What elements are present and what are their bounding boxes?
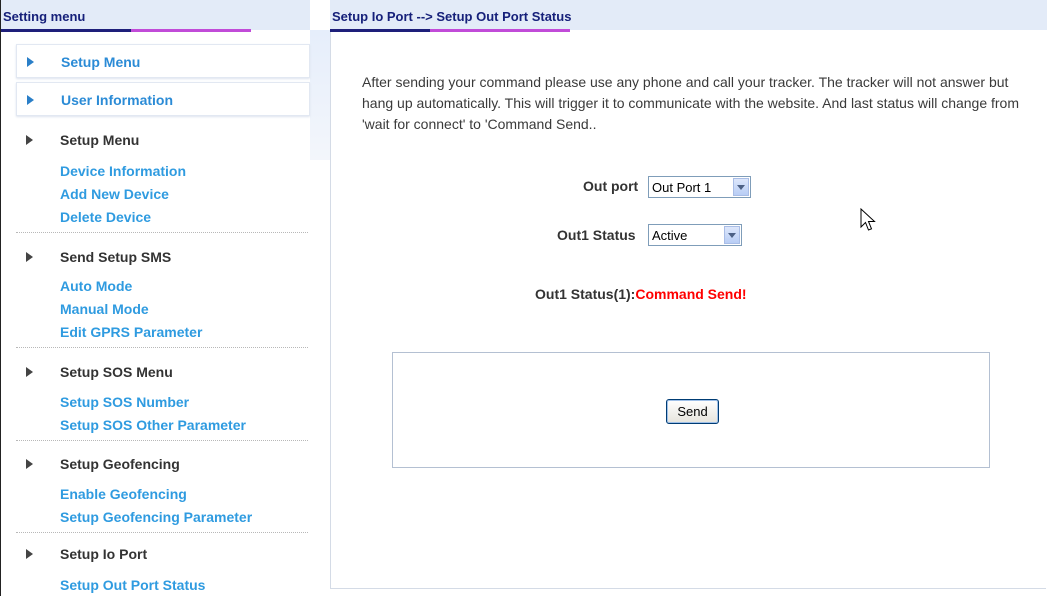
section-label: Setup SOS Menu [60,364,173,380]
link-setup-sos-other-parameter[interactable]: Setup SOS Other Parameter [60,417,246,433]
link-auto-mode[interactable]: Auto Mode [60,278,132,294]
divider [16,440,308,441]
sidebar-title: Setting menu [3,9,86,24]
sidebar-border [0,0,1,596]
dropdown-arrow-icon[interactable] [724,226,740,244]
status-line: Out1 Status(1):Command Send! [535,286,747,302]
play-arrow-icon [26,252,33,262]
out-port-select[interactable]: Out Port 1 [648,176,751,198]
sidebar-shadow [310,30,330,160]
mouse-pointer-icon [860,208,876,231]
dropdown-arrow-icon[interactable] [733,178,749,196]
section-label: Setup Io Port [60,546,148,562]
section-setup-menu[interactable]: Setup Menu [16,128,310,152]
status-label: Out1 Status(1): [535,286,636,302]
main-panel: Setup Io Port --> Setup Out Port Status … [330,0,1047,590]
play-arrow-icon [27,57,34,67]
play-arrow-icon [27,95,34,105]
out-port-label: Out port [583,178,639,194]
section-label: Setup Menu [60,132,140,148]
send-box: Send [392,352,990,468]
info-text: After sending your command please use an… [362,74,1020,132]
menu-label: Setup Menu [61,54,141,70]
play-arrow-icon [26,549,33,559]
main-header: Setup Io Port --> Setup Out Port Status [330,0,1047,32]
link-edit-gprs-parameter[interactable]: Edit GPRS Parameter [60,324,202,340]
out-status-select[interactable]: Active [648,224,742,246]
section-label: Send Setup SMS [60,249,172,265]
out-status-value: Active [652,228,688,243]
section-setup-geofencing[interactable]: Setup Geofencing [16,452,310,476]
divider [16,347,308,348]
section-send-setup-sms[interactable]: Send Setup SMS [16,245,310,269]
header-underline-accent [131,29,251,32]
divider [16,532,308,533]
section-setup-sos-menu[interactable]: Setup SOS Menu [16,360,310,384]
status-value: Command Send! [635,286,747,302]
out-port-value: Out Port 1 [652,180,712,195]
link-setup-out-port-status[interactable]: Setup Out Port Status [60,577,205,593]
section-setup-io-port[interactable]: Setup Io Port [16,542,310,566]
play-arrow-icon [26,135,33,145]
menu-setup-menu[interactable]: Setup Menu [16,44,310,78]
link-manual-mode[interactable]: Manual Mode [60,301,149,317]
play-arrow-icon [26,367,33,377]
sidebar: Setting menu Setup Menu User Information… [0,0,330,596]
play-arrow-icon [26,459,33,469]
section-label: Setup Geofencing [60,456,180,472]
link-setup-geofencing-parameter[interactable]: Setup Geofencing Parameter [60,509,252,525]
link-delete-device[interactable]: Delete Device [60,209,151,225]
out-status-row: Out1 Status [557,227,636,243]
link-device-information[interactable]: Device Information [60,163,186,179]
link-setup-sos-number[interactable]: Setup SOS Number [60,394,189,410]
out-port-row: Out port [583,178,638,194]
sidebar-header: Setting menu [1,0,310,32]
link-enable-geofencing[interactable]: Enable Geofencing [60,486,187,502]
header-underline [1,29,131,32]
link-add-new-device[interactable]: Add New Device [60,186,169,202]
menu-label: User Information [61,92,174,108]
page-title: Setup Io Port --> Setup Out Port Status [332,9,572,24]
menu-user-information[interactable]: User Information [16,82,310,116]
send-button[interactable]: Send [666,399,719,424]
out-status-label: Out1 Status [557,227,636,243]
divider [16,232,308,233]
